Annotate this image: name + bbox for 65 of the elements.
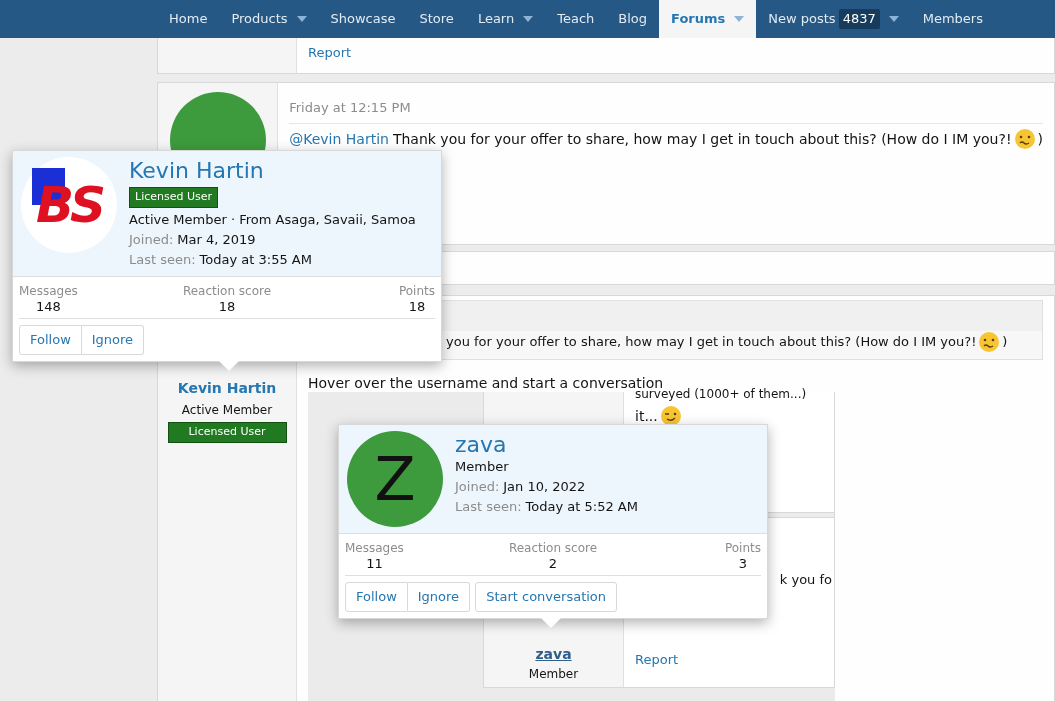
report-link[interactable]: Report <box>635 649 834 669</box>
user-banner: Licensed User <box>129 187 219 208</box>
author-name[interactable]: zava <box>535 644 572 665</box>
stat-label: Messages <box>345 540 404 556</box>
nav-tab[interactable]: Home <box>157 0 220 38</box>
stat-label: Reaction score <box>508 540 598 556</box>
card-button[interactable]: Ignore <box>81 324 145 355</box>
nav-tab[interactable]: Forums <box>659 0 757 38</box>
last-seen-time: Today at 3:55 AM <box>199 250 312 269</box>
caret-icon[interactable] <box>296 16 307 22</box>
post-text: k you fo <box>779 571 833 589</box>
caret-icon[interactable] <box>523 16 534 22</box>
nav-tab[interactable]: Store <box>407 0 466 38</box>
last-seen-label: Last seen: <box>455 498 522 516</box>
stat-label: Reaction score <box>182 282 272 299</box>
post-time[interactable]: Friday at 12:15 PM <box>289 100 411 115</box>
stat-value: 18 <box>408 298 426 315</box>
author-title: Member <box>528 666 579 683</box>
quote-text: you for your offer to share, how may I get in touch about this? (How do I IM you?! <box>446 333 977 352</box>
avatar-logo: BS <box>21 157 117 253</box>
stat-value: 148 <box>36 298 61 315</box>
mention-link[interactable]: @Kevin Hartin <box>289 128 389 150</box>
joined-date: Mar 4, 2019 <box>177 230 256 249</box>
post-text: surveyed (1000+ of them...) <box>635 389 808 399</box>
stat-label: Points <box>724 540 761 556</box>
nav-tab[interactable]: New posts 4837 <box>756 0 911 38</box>
nav-tab[interactable]: Blog <box>606 0 660 38</box>
stat-value: 18 <box>218 298 236 315</box>
user-banner: Licensed User <box>167 422 287 443</box>
card-button[interactable]: Start conversation <box>475 582 618 612</box>
post-text: it... <box>635 406 658 426</box>
count-badge: 4837 <box>838 9 880 29</box>
stat-value: 11 <box>366 556 383 572</box>
caret-icon[interactable] <box>734 16 745 22</box>
post-text: Hover over the username and start a conversation <box>308 374 664 391</box>
card-button[interactable]: Follow <box>19 324 82 355</box>
member-info: Member <box>455 458 510 476</box>
last-seen-time: Today at 5:52 AM <box>525 498 638 516</box>
caret-icon[interactable] <box>888 16 899 22</box>
quote-text: ) <box>1002 333 1008 352</box>
member-info: Active Member · From Asaga, Savaii, Samoa <box>129 210 416 229</box>
post-text: ) <box>1037 129 1043 149</box>
stat-label: Points <box>398 282 435 299</box>
card-button[interactable]: Ignore <box>407 582 471 612</box>
emoji-face-icon <box>1013 128 1036 150</box>
nav-tab[interactable]: Members <box>910 0 995 38</box>
joined-label: Joined: <box>129 230 174 249</box>
author-name[interactable]: Kevin Hartin <box>177 378 277 399</box>
stat-label: Messages <box>19 282 78 299</box>
nav-tab[interactable]: Products <box>219 0 319 38</box>
author-title: Active Member <box>181 402 273 419</box>
last-seen-label: Last seen: <box>129 250 196 269</box>
stat-value: 2 <box>548 556 558 572</box>
card-button[interactable]: Follow <box>345 582 408 612</box>
member-name[interactable]: zava <box>455 433 638 457</box>
joined-label: Joined: <box>455 478 500 496</box>
joined-date: Jan 10, 2022 <box>503 478 586 496</box>
nav-tab[interactable]: Showcase <box>318 0 408 38</box>
post-text: Thank you for your offer to share, how may I get in touch about this? (How do I IM you?! <box>392 129 1012 149</box>
member-name[interactable]: Kevin Hartin <box>129 159 416 183</box>
report-link[interactable]: Report <box>308 43 352 73</box>
stat-value: 3 <box>738 556 748 572</box>
nav-tab[interactable]: Learn <box>465 0 546 38</box>
emoji-face-icon <box>978 331 1001 353</box>
nav-tab[interactable]: Teach <box>545 0 607 38</box>
